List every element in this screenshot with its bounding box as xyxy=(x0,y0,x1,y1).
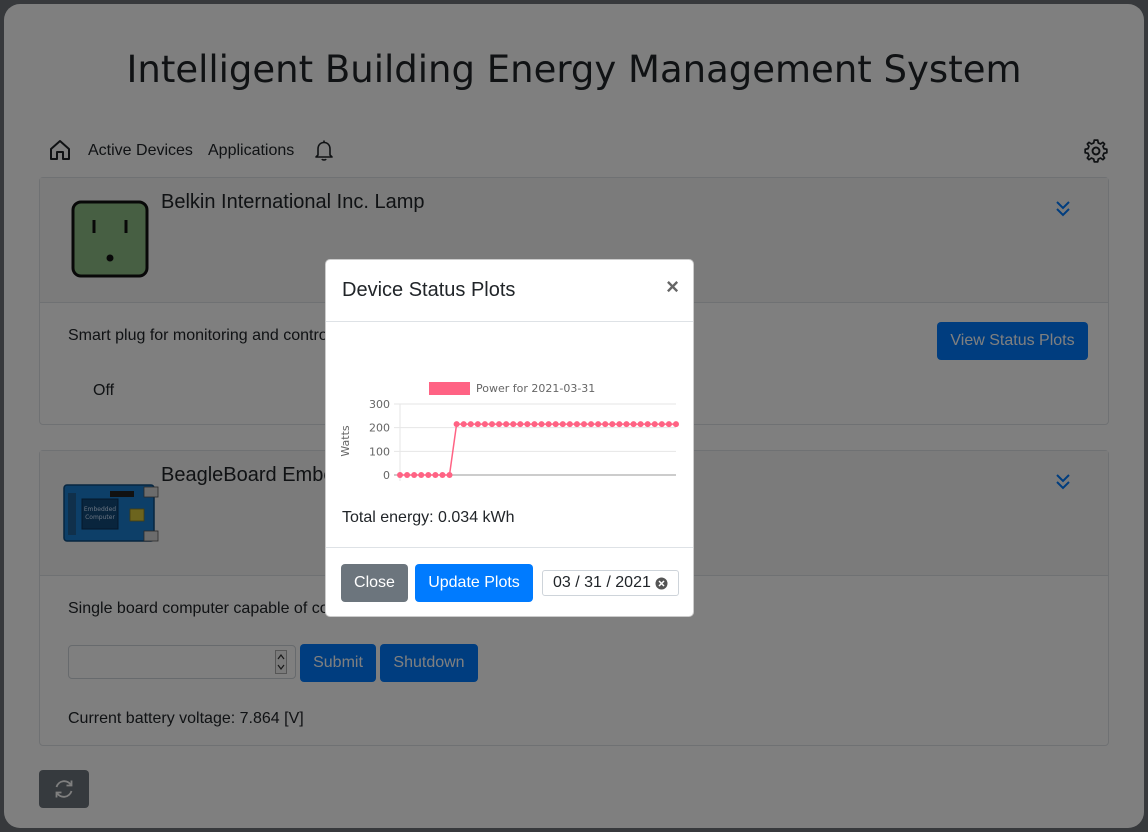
data-point xyxy=(545,421,552,428)
legend-label: Power for 2021-03-31 xyxy=(476,382,595,395)
y-tick-label: 300 xyxy=(369,398,390,411)
data-point xyxy=(552,421,559,428)
data-point xyxy=(517,421,524,428)
data-point xyxy=(531,421,538,428)
data-point xyxy=(566,421,573,428)
data-point xyxy=(467,421,474,428)
data-point xyxy=(623,421,630,428)
data-point xyxy=(630,421,637,428)
data-point xyxy=(602,421,609,428)
data-point xyxy=(538,421,545,428)
close-button[interactable]: Close xyxy=(341,564,408,602)
data-point xyxy=(496,421,503,428)
data-point xyxy=(418,472,425,478)
data-point xyxy=(453,421,460,428)
data-point xyxy=(658,421,665,428)
data-point xyxy=(644,421,651,428)
data-point xyxy=(637,421,644,428)
data-point xyxy=(651,421,658,428)
power-chart: 0 100 200 300 Watts Power for 2021-03-31 xyxy=(339,382,679,482)
legend-swatch xyxy=(429,382,470,395)
data-point xyxy=(503,421,510,428)
y-tick-label: 100 xyxy=(369,445,390,458)
y-tick-label: 200 xyxy=(369,422,390,435)
modal-title: Device Status Plots xyxy=(342,279,516,301)
data-point xyxy=(425,472,432,478)
data-point xyxy=(397,472,403,478)
clear-icon[interactable] xyxy=(655,577,668,590)
data-point xyxy=(573,421,580,428)
modal-header: Device Status Plots × xyxy=(326,260,693,322)
data-point xyxy=(595,421,602,428)
data-point xyxy=(588,421,595,428)
date-value: 03 / 31 / 2021 xyxy=(553,574,651,591)
series-line xyxy=(400,423,676,476)
data-point xyxy=(510,421,517,428)
data-point xyxy=(581,421,587,428)
close-icon[interactable]: × xyxy=(666,274,679,300)
data-point xyxy=(411,472,418,478)
data-point xyxy=(460,421,467,428)
y-tick-label: 0 xyxy=(383,469,390,482)
update-plots-button[interactable]: Update Plots xyxy=(415,564,533,602)
data-point xyxy=(446,472,453,478)
chart-grid xyxy=(394,403,676,476)
chart-series xyxy=(397,421,679,478)
data-point xyxy=(404,472,411,478)
data-point xyxy=(609,421,616,428)
data-point xyxy=(474,421,481,428)
data-point xyxy=(665,421,672,428)
chart-y-label: Watts xyxy=(339,425,352,457)
data-point xyxy=(439,472,446,478)
data-point xyxy=(559,421,566,428)
data-point xyxy=(432,472,439,478)
data-point xyxy=(673,421,679,428)
device-status-modal: Device Status Plots × 0 100 200 300 Watts P… xyxy=(325,259,694,617)
data-point xyxy=(489,421,495,428)
chart-y-ticks: 0 100 200 300 xyxy=(369,398,390,482)
data-point xyxy=(616,421,623,428)
modal-footer: Close Update Plots 03 / 31 / 2021 xyxy=(326,547,693,617)
date-input[interactable]: 03 / 31 / 2021 xyxy=(542,570,679,596)
total-energy: Total energy: 0.034 kWh xyxy=(342,509,515,526)
data-point xyxy=(524,421,531,428)
data-point xyxy=(481,421,488,428)
